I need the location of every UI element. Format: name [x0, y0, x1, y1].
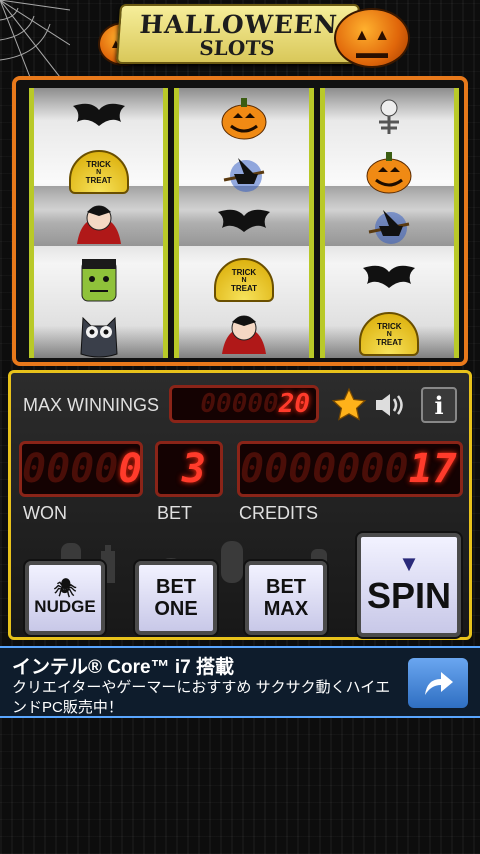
max-winnings-ghost-digits: 00000	[200, 389, 279, 419]
reel-frame: TRICK N TREAT TRICK N TREAT TRICK N TREAT	[12, 76, 468, 366]
reel-2: TRICK N TREAT	[174, 88, 314, 358]
treat-text: TREAT	[85, 175, 112, 185]
won-value: 0	[118, 446, 143, 492]
bat-icon	[69, 92, 129, 144]
pumpkin-icon	[359, 146, 419, 198]
logo-subtitle: SLOTS	[198, 36, 276, 60]
treat-text: TREAT	[376, 337, 403, 347]
share-arrow-icon[interactable]	[408, 658, 468, 708]
reel-3: TRICK N TREAT	[319, 88, 459, 358]
credits-ghost-digits: 0000000	[240, 446, 409, 492]
trick-text: TRICK	[231, 267, 257, 277]
bet-one-button[interactable]: BET ONE	[135, 561, 217, 635]
won-label: WON	[23, 503, 67, 523]
vampire-icon	[214, 308, 274, 358]
bet-max-label-line2: MAX	[263, 598, 309, 620]
pumpkin-right-icon: ▲ ▲ ▬▬	[334, 8, 410, 68]
n-text: N	[386, 330, 392, 338]
spin-button[interactable]: ▼ SPIN	[357, 533, 461, 637]
bet-max-label-line1: BET	[266, 576, 306, 598]
bet-one-label-line1: BET	[156, 576, 196, 598]
witch-icon	[359, 198, 419, 250]
control-panel: MAX WINNINGS 0000020 i 00000 3 000000017…	[8, 370, 472, 640]
star-icon[interactable]	[329, 385, 369, 425]
treat-text: TREAT	[230, 283, 258, 293]
trick-text: TRICK	[86, 159, 111, 169]
logo-title: HALLOWEEN	[138, 10, 339, 39]
nudge-button[interactable]: 🕷 NUDGE	[25, 561, 105, 635]
pumpkin-icon	[214, 92, 274, 144]
credits-value: 17	[408, 446, 457, 492]
ad-text: クリエイターやゲーマーにおすすめ サクサク動くハイエンドPC販売中！	[12, 679, 391, 716]
logo: HALLOWEEN SLOTS	[115, 4, 361, 64]
ad-banner[interactable]: インテル® Core™ i7 搭載 クリエイターやゲーマーにおすすめ サクサク動…	[0, 646, 480, 718]
spider-icon: 🕷	[53, 578, 77, 598]
header: ▲ ▲ HALLOWEEN SLOTS ▲ ▲▬▬	[0, 0, 480, 90]
bet-max-button[interactable]: BET MAX	[245, 561, 327, 635]
info-icon[interactable]: i	[421, 387, 457, 423]
nudge-label: NUDGE	[34, 597, 96, 616]
ad-title: インテル® Core™ i7 搭載	[12, 657, 234, 678]
max-winnings-value: 20	[278, 389, 310, 419]
credits-display: 000000017	[237, 441, 463, 497]
reel-1: TRICK N TREAT	[29, 88, 169, 358]
bet-display: 3	[155, 441, 223, 497]
trick-n-treat-icon: TRICK N TREAT	[359, 308, 420, 358]
skeleton-icon	[359, 92, 419, 144]
frankenstein-icon	[69, 254, 129, 306]
credits-label: CREDITS	[239, 503, 319, 523]
bet-one-label-line2: ONE	[154, 598, 198, 620]
won-display: 00000	[19, 441, 143, 497]
trick-n-treat-icon: TRICK N TREAT	[68, 146, 129, 198]
bat-icon	[214, 198, 274, 250]
n-text: N	[241, 276, 247, 284]
bat-icon	[359, 254, 419, 306]
bet-value: 3	[181, 446, 206, 492]
trick-text: TRICK	[377, 321, 402, 331]
bet-label: BET	[157, 503, 193, 523]
n-text: N	[96, 168, 102, 176]
won-ghost-digits: 0000	[22, 446, 119, 492]
sound-icon[interactable]	[371, 387, 407, 423]
bat-icon: ▼	[398, 551, 420, 576]
max-winnings-display: 0000020	[169, 385, 319, 423]
vampire-icon	[69, 198, 129, 250]
spin-label: SPIN	[366, 575, 452, 616]
max-winnings-label: MAX WINNINGS	[23, 395, 160, 415]
witch-icon	[214, 146, 274, 198]
owl-icon	[69, 308, 129, 358]
reels: TRICK N TREAT TRICK N TREAT TRICK N TREAT	[26, 88, 462, 358]
trick-n-treat-icon: TRICK N TREAT	[213, 254, 274, 306]
